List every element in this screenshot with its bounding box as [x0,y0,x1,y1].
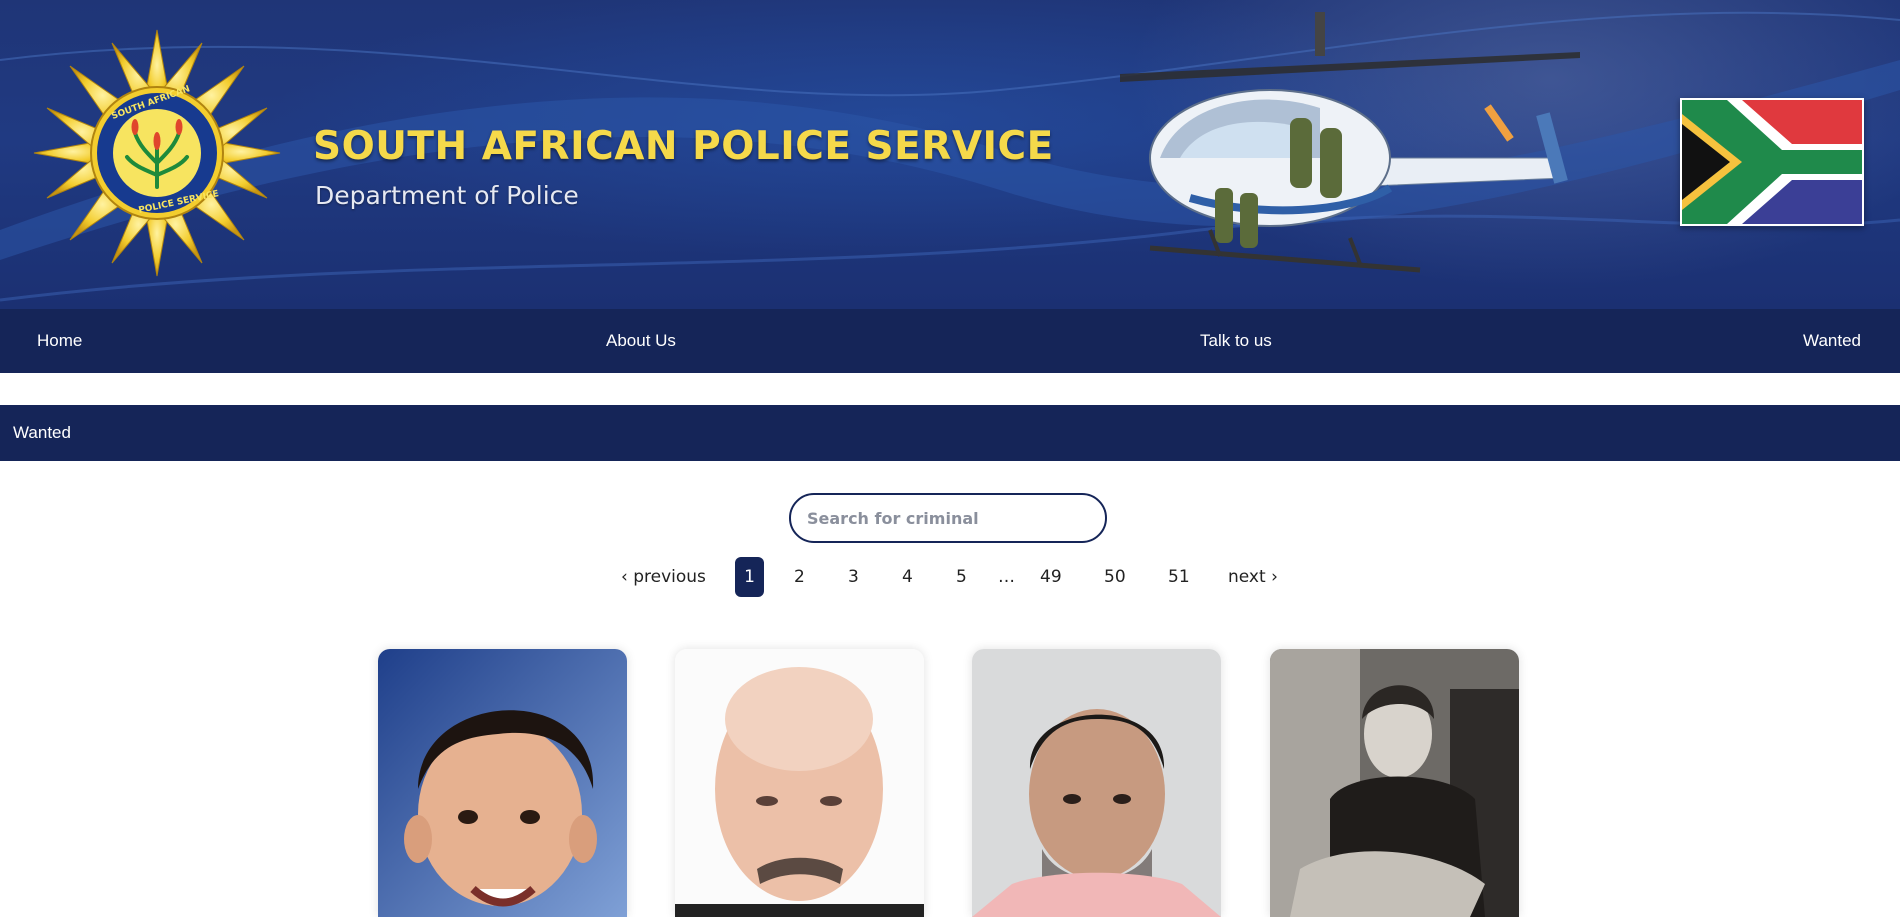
pagination-page-3[interactable]: 3 [848,557,859,597]
south-african-flag [1680,98,1864,226]
pagination-page-51[interactable]: 51 [1168,557,1190,597]
search-criminal-input[interactable] [789,493,1107,543]
pagination-page-50[interactable]: 50 [1104,557,1126,597]
pagination-page-2[interactable]: 2 [794,557,805,597]
main-navigation: Home About Us Talk to us Wanted [0,309,1900,373]
nav-home-link[interactable]: Home [37,309,82,373]
section-title: Wanted [13,423,71,442]
pagination-page-5[interactable]: 5 [956,557,967,597]
banner-title: SOUTH AFRICAN POLICE SERVICE [313,124,1054,169]
wanted-person-card[interactable] [378,649,627,917]
police-helicopter-image [1120,12,1580,273]
banner-subtitle: Department of Police [315,181,579,210]
pagination-previous-link[interactable]: ‹ previous [621,557,706,597]
nav-talk-to-us-link[interactable]: Talk to us [1200,309,1272,373]
pagination-page-49[interactable]: 49 [1040,557,1062,597]
pagination-ellipsis: … [998,567,1015,587]
wanted-person-photo [1270,649,1519,917]
pagination-page-1[interactable]: 1 [735,557,764,597]
nav-about-us-link[interactable]: About Us [606,309,676,373]
pagination-page-4[interactable]: 4 [902,557,913,597]
wanted-person-photo [378,649,627,917]
header-banner: SOUTH AFRICAN POLICE SERVICE SOUTH AFRIC… [0,0,1900,309]
pagination-next-link[interactable]: next › [1228,557,1278,597]
pagination: ‹ previous 1 2 3 4 5 … 49 50 51 next › [0,557,1900,597]
wanted-person-card[interactable] [675,649,924,917]
wanted-person-photo [972,649,1221,917]
saps-emblem-logo: SOUTH AFRICAN POLICE SERVICE [33,29,281,277]
wanted-person-photo [675,649,924,917]
section-header-bar: Wanted [0,405,1900,461]
nav-wanted-link[interactable]: Wanted [1803,309,1861,373]
wanted-person-card[interactable] [1270,649,1519,917]
wanted-person-card[interactable] [972,649,1221,917]
